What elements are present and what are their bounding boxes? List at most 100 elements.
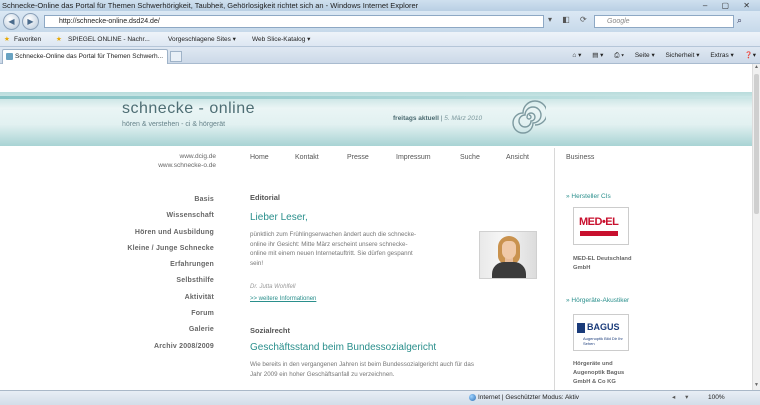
fav-link-webslice[interactable]: Web Slice-Katalog ▾ bbox=[252, 32, 310, 47]
leftnav-erfahrungen[interactable]: Erfahrungen bbox=[96, 257, 214, 273]
partner-urls: www.dcig.de www.schnecke-o.de bbox=[150, 152, 216, 170]
back-arrow-icon: ◀ bbox=[8, 17, 15, 26]
status-bar: Internet | Geschützter Modus: Aktiv ◂ ▾ … bbox=[0, 390, 760, 405]
nav-presse[interactable]: Presse bbox=[347, 154, 369, 161]
leftnav-selbsthilfe[interactable]: Selbsthilfe bbox=[96, 273, 214, 289]
leftnav-archiv[interactable]: Archiv 2008/2009 bbox=[96, 339, 214, 355]
search-placeholder: Google bbox=[607, 18, 630, 25]
more-info-link[interactable]: >> weitere Informationen bbox=[250, 296, 316, 302]
photo-face bbox=[502, 241, 516, 259]
print-icon[interactable]: ⎙ ▾ bbox=[614, 52, 624, 59]
column-divider bbox=[554, 148, 555, 390]
url-text: http://schnecke-online.dsd24.de/ bbox=[59, 18, 160, 25]
bagus-logo[interactable]: BAGUS Augenoptik Bild Dir Ihr Sehen bbox=[573, 314, 629, 351]
bagus-logo-mark bbox=[577, 323, 585, 333]
leftnav-forum[interactable]: Forum bbox=[96, 306, 214, 322]
social-heading: Sozialrecht bbox=[250, 326, 291, 335]
current-date: 5. März 2010 bbox=[444, 115, 483, 122]
tab-label: Schnecke-Online das Portal für Themen Sc… bbox=[15, 53, 164, 60]
author-signature: Dr. Jutta Wohlfell bbox=[250, 284, 296, 290]
add-favorite-icon[interactable]: ★ bbox=[56, 32, 62, 47]
scroll-down-arrow-icon[interactable]: ▼ bbox=[753, 382, 760, 390]
favorites-button[interactable]: Favoriten bbox=[14, 32, 41, 47]
leftnav-hoeren[interactable]: Hören und Ausbildung bbox=[96, 225, 214, 241]
home-icon[interactable]: ⌂ ▾ bbox=[572, 52, 581, 59]
url-input[interactable]: http://schnecke-online.dsd24.de/ bbox=[44, 15, 544, 28]
forward-arrow-icon: ▶ bbox=[27, 17, 34, 26]
left-navigation: Basis Wissenschaft Hören und Ausbildung … bbox=[96, 192, 214, 355]
back-button[interactable]: ◀ bbox=[3, 13, 20, 30]
new-tab-button[interactable] bbox=[170, 51, 182, 62]
site-banner: schnecke - online hören & verstehen - ci… bbox=[0, 92, 752, 146]
command-bar: ⌂ ▾ ▤ ▾ ⎙ ▾ Seite ▾ Sicherheit ▾ Extras … bbox=[563, 47, 756, 64]
medel-caption-line: GmbH bbox=[573, 265, 591, 271]
nav-business[interactable]: Business bbox=[566, 154, 594, 161]
social-line: Wie bereits in den vergangenen Jahren is… bbox=[250, 361, 474, 368]
banner-stripe bbox=[0, 96, 752, 99]
social-text: Wie bereits in den vergangenen Jahren is… bbox=[250, 360, 474, 379]
leftnav-kleine[interactable]: Kleine / Junge Schnecke bbox=[96, 241, 214, 257]
scroll-thumb[interactable] bbox=[754, 74, 759, 214]
site-brand[interactable]: schnecke - online bbox=[122, 100, 255, 118]
medel-logo-bar bbox=[580, 231, 618, 236]
forward-button[interactable]: ▶ bbox=[22, 13, 39, 30]
bagus-caption-line: Augenoptik Bagus bbox=[573, 370, 625, 376]
zoom-level[interactable]: 100% bbox=[708, 391, 725, 405]
freitags-label: freitags aktuell bbox=[393, 115, 439, 122]
help-menu[interactable]: ❓▾ bbox=[745, 52, 756, 59]
window-titlebar: Schnecke-Online das Portal für Themen Sc… bbox=[0, 0, 760, 11]
bagus-caption-line: GmbH & Co KG bbox=[573, 379, 616, 385]
freitags-aktuell: freitags aktuell | 5. März 2010 bbox=[393, 115, 482, 122]
hearing-aid-heading: » Hörgeräte-Akustiker bbox=[566, 297, 630, 304]
url-dcig[interactable]: www.dcig.de bbox=[150, 152, 217, 161]
nav-kontakt[interactable]: Kontakt bbox=[295, 154, 319, 161]
bagus-logo-sub: Augenoptik Bild Dir Ihr Sehen bbox=[583, 336, 623, 346]
editorial-text: pünktlich zum Frühlingserwachen ändert a… bbox=[250, 230, 416, 268]
tools-menu[interactable]: Extras ▾ bbox=[710, 52, 734, 59]
search-input[interactable]: Google bbox=[594, 15, 734, 28]
nav-suche[interactable]: Suche bbox=[460, 154, 480, 161]
favorites-bar: ★ Favoriten ★ SPIEGEL ONLINE - Nachr... … bbox=[0, 32, 760, 47]
star-icon: ★ bbox=[4, 36, 10, 43]
bagus-caption[interactable]: Hörgeräte und Augenoptik Bagus GmbH & Co… bbox=[573, 360, 653, 387]
medel-caption[interactable]: MED-EL Deutschland GmbH bbox=[573, 255, 653, 273]
security-menu[interactable]: Sicherheit ▾ bbox=[666, 52, 700, 59]
search-icon[interactable]: ⌕ bbox=[737, 15, 742, 26]
nav-impressum[interactable]: Impressum bbox=[396, 154, 431, 161]
leftnav-basis[interactable]: Basis bbox=[96, 192, 214, 208]
editorial-line: sein! bbox=[250, 259, 264, 267]
feeds-icon[interactable]: ▤ ▾ bbox=[592, 52, 603, 59]
bagus-logo-text: BAGUS bbox=[587, 322, 620, 332]
social-line: Jahr 2009 ein hoher Geschäftsanfall zu v… bbox=[250, 370, 395, 378]
nav-home[interactable]: Home bbox=[250, 154, 269, 161]
vertical-scrollbar[interactable]: ▲ ▼ bbox=[752, 64, 760, 390]
medel-logo[interactable]: MED•EL bbox=[573, 207, 629, 245]
ci-manufacturer-heading: » Hersteller CIs bbox=[566, 193, 611, 200]
site-favicon bbox=[6, 53, 13, 60]
window-controls[interactable]: – ▢ ✕ bbox=[703, 0, 756, 11]
url-schnecke[interactable]: www.schnecke-o.de bbox=[150, 161, 216, 170]
snail-spiral-icon bbox=[512, 100, 546, 134]
scroll-up-arrow-icon[interactable]: ▲ bbox=[753, 64, 760, 72]
window-title: Schnecke-Online das Portal für Themen Sc… bbox=[2, 1, 419, 10]
leftnav-aktivitaet[interactable]: Aktivität bbox=[96, 290, 214, 306]
fav-link-spiegel[interactable]: SPIEGEL ONLINE - Nachr... bbox=[68, 32, 150, 47]
editorial-line: pünktlich zum Frühlingserwachen ändert a… bbox=[250, 231, 417, 238]
page-menu[interactable]: Seite ▾ bbox=[635, 52, 655, 59]
author-photo bbox=[479, 231, 537, 279]
security-zone[interactable]: Internet | Geschützter Modus: Aktiv bbox=[478, 391, 579, 405]
medel-caption-line: MED-EL Deutschland bbox=[573, 256, 632, 262]
editorial-heading: Editorial bbox=[250, 193, 281, 202]
status-icons[interactable]: ◂ ▾ bbox=[672, 391, 692, 405]
tab-schnecke[interactable]: Schnecke-Online das Portal für Themen Sc… bbox=[2, 49, 168, 64]
editorial-line: online mit einem neuen Internetauftritt.… bbox=[250, 250, 413, 257]
leftnav-galerie[interactable]: Galerie bbox=[96, 322, 214, 338]
page-viewport: schnecke - online hören & verstehen - ci… bbox=[0, 64, 752, 390]
social-title[interactable]: Geschäftsstand beim Bundessozialgericht bbox=[250, 342, 436, 353]
fav-link-suggested[interactable]: Vorgeschlagene Sites ▾ bbox=[168, 32, 236, 47]
leftnav-wissenschaft[interactable]: Wissenschaft bbox=[96, 208, 214, 224]
site-tagline: hören & verstehen - ci & hörgerät bbox=[122, 121, 226, 128]
medel-logo-text: MED•EL bbox=[579, 216, 619, 228]
nav-ansicht[interactable]: Ansicht bbox=[506, 154, 529, 161]
globe-icon bbox=[469, 394, 476, 401]
